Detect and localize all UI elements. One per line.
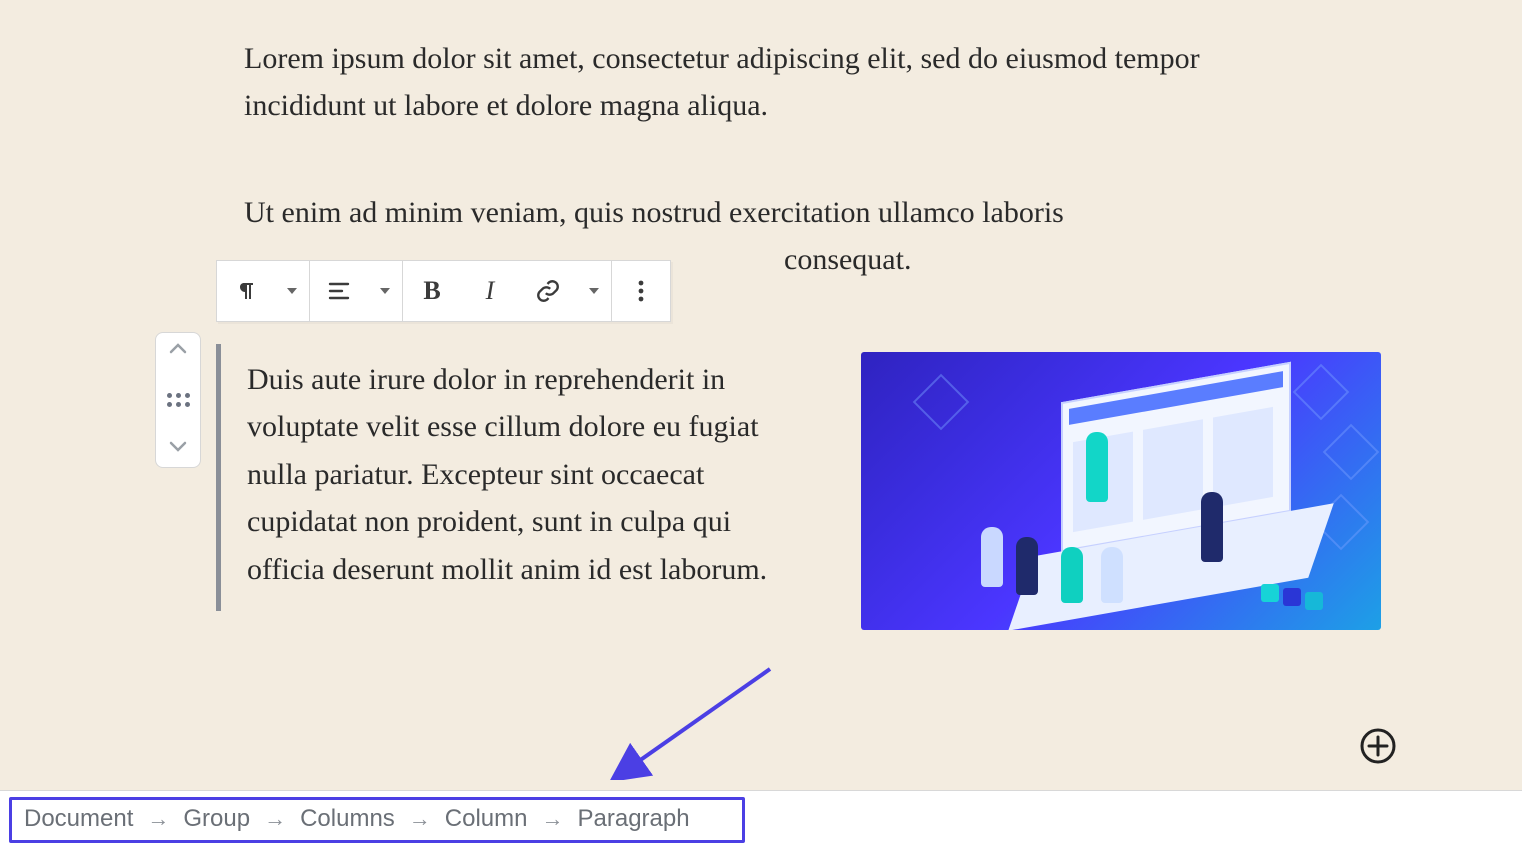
breadcrumb-separator-icon: → (147, 806, 169, 832)
link-button[interactable] (519, 261, 577, 321)
breadcrumb-document[interactable]: Document (24, 805, 133, 833)
decorative-hex-icon (913, 374, 970, 431)
chevron-down-icon (169, 440, 187, 454)
bold-icon: B (423, 276, 440, 306)
illustration-person (1101, 547, 1123, 603)
selected-paragraph-text[interactable]: Duis aute irure dolor in reprehenderit i… (247, 356, 806, 593)
paragraph-1[interactable]: Lorem ipsum dolor sit amet, consectetur … (244, 36, 1304, 129)
illustration-person (1086, 432, 1108, 502)
breadcrumb-group[interactable]: Group (183, 805, 250, 833)
breadcrumb-paragraph[interactable]: Paragraph (578, 805, 690, 833)
illustration-bucket (1261, 584, 1279, 602)
move-up-button[interactable] (169, 341, 187, 360)
block-type-dropdown[interactable] (275, 261, 309, 321)
illustration-person (1201, 492, 1223, 562)
more-options-button[interactable] (612, 261, 670, 321)
block-breadcrumb-bar: Document → Group → Columns → Column → Pa… (0, 790, 1522, 846)
italic-icon: I (486, 276, 495, 306)
image-block[interactable] (861, 352, 1381, 630)
plus-circle-icon (1358, 726, 1398, 766)
bold-button[interactable]: B (403, 261, 461, 321)
block-mover (155, 332, 201, 468)
chevron-down-icon (380, 288, 390, 294)
kebab-icon (638, 279, 644, 303)
chevron-down-icon (287, 288, 297, 294)
pilcrow-icon (234, 279, 258, 303)
chevron-up-icon (169, 341, 187, 355)
decorative-hex-icon (1293, 364, 1350, 421)
illustration-person (1016, 537, 1038, 595)
block-toolbar: B I (216, 260, 671, 322)
align-left-icon (327, 280, 351, 302)
move-down-button[interactable] (169, 440, 187, 459)
illustration-person (1061, 547, 1083, 603)
drag-handle[interactable] (167, 393, 190, 407)
breadcrumb-column[interactable]: Column (445, 805, 528, 833)
illustration-person (981, 527, 1003, 587)
more-rich-text-dropdown[interactable] (577, 261, 611, 321)
illustration-bucket (1283, 588, 1301, 606)
link-icon (535, 278, 561, 304)
add-block-button[interactable] (1358, 726, 1398, 766)
paragraph-2-tail: consequat. (784, 243, 911, 276)
align-dropdown[interactable] (368, 261, 402, 321)
paragraph-2-line1: Ut enim ad minim veniam, quis nostrud ex… (244, 196, 1064, 229)
breadcrumb-separator-icon: → (409, 806, 431, 832)
block-type-paragraph-button[interactable] (217, 261, 275, 321)
breadcrumb-separator-icon: → (264, 806, 286, 832)
decorative-hex-icon (1323, 424, 1380, 481)
align-button[interactable] (310, 261, 368, 321)
illustration-bucket (1305, 592, 1323, 610)
breadcrumb-separator-icon: → (542, 806, 564, 832)
chevron-down-icon (589, 288, 599, 294)
selected-paragraph-block[interactable]: Duis aute irure dolor in reprehenderit i… (216, 344, 826, 611)
italic-button[interactable]: I (461, 261, 519, 321)
annotation-arrow (610, 665, 780, 780)
breadcrumb-columns[interactable]: Columns (300, 805, 395, 833)
editor-canvas: Lorem ipsum dolor sit amet, consectetur … (0, 0, 1522, 846)
